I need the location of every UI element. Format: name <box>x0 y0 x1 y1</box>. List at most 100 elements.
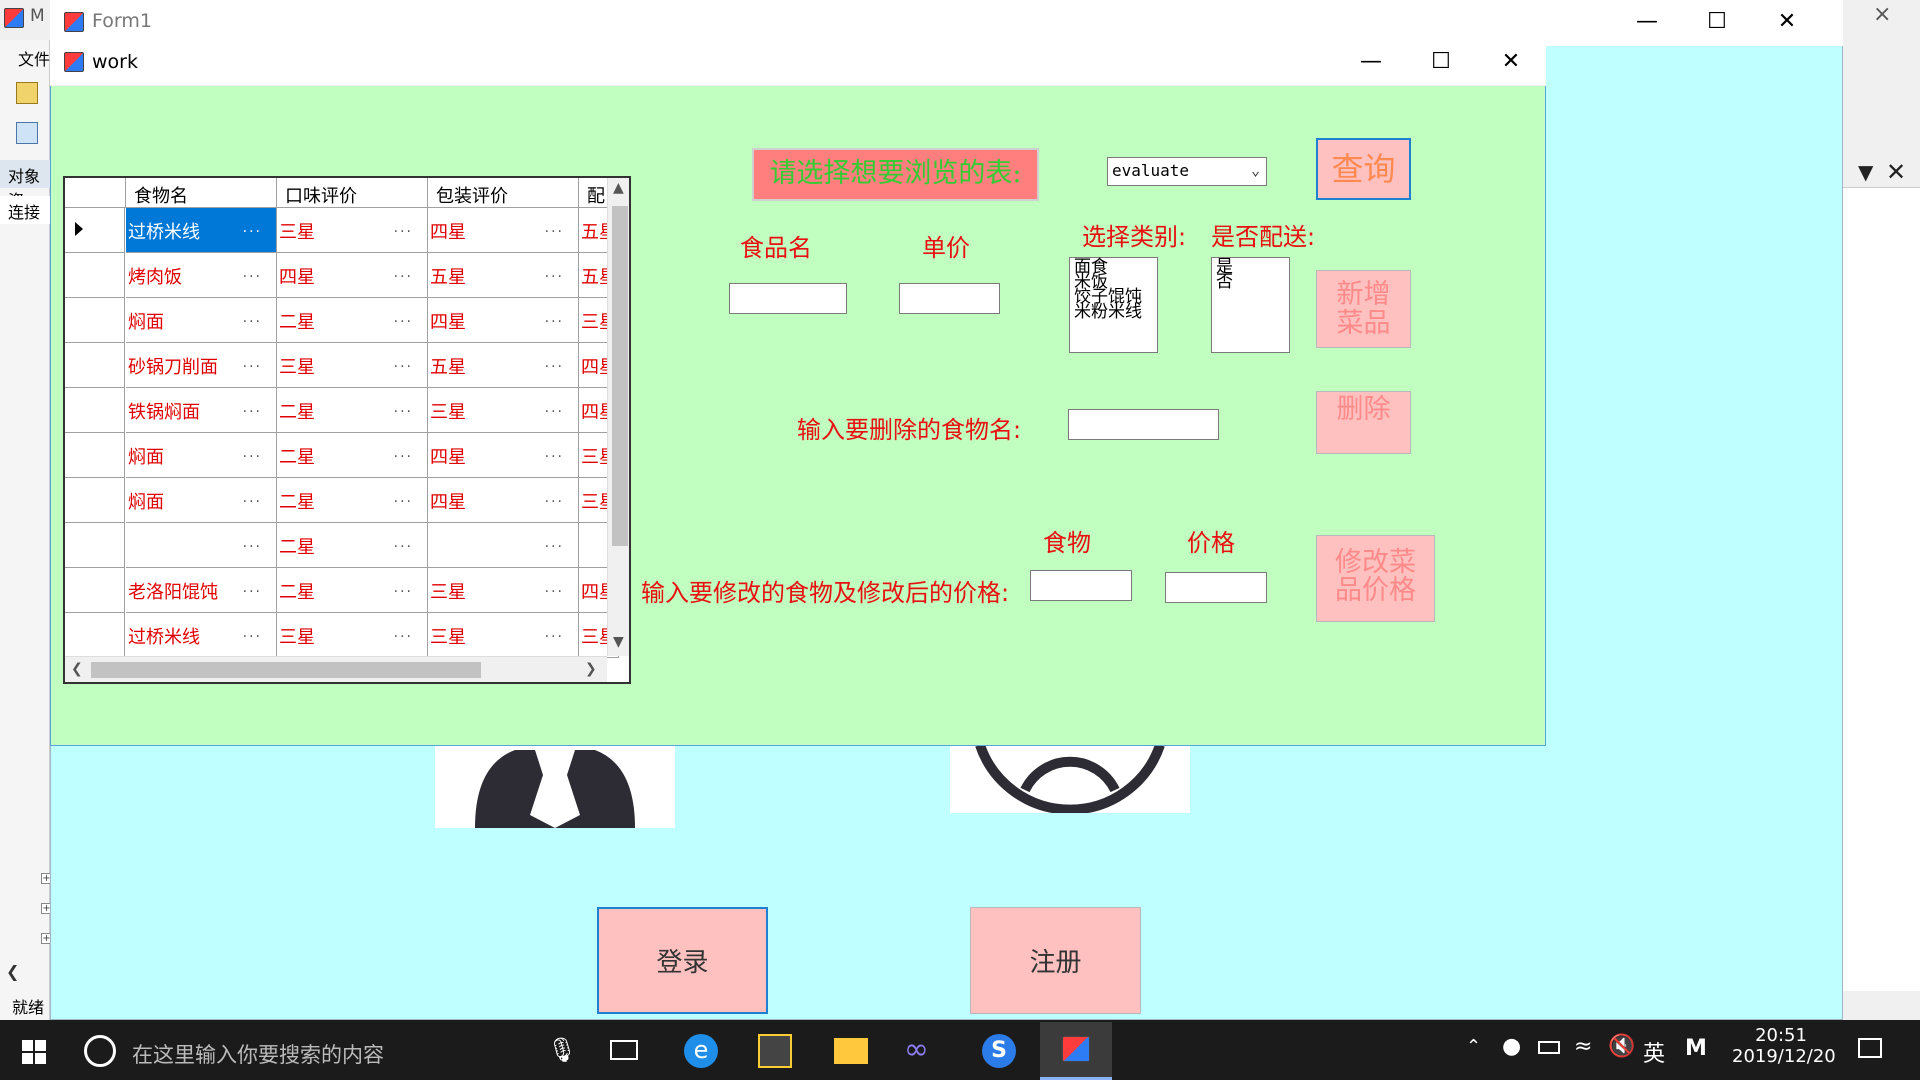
login-button[interactable]: 登录 <box>597 907 768 1014</box>
price-input[interactable] <box>899 283 1000 314</box>
cell-package[interactable]: 五星... <box>428 343 579 388</box>
cell-package[interactable]: 三星... <box>428 613 579 658</box>
table-row[interactable]: 过桥米线... 三星... 三星... 三星 <box>65 613 619 658</box>
work-maximize-icon[interactable]: ☐ <box>1418 42 1464 82</box>
delivery-option[interactable]: 否 <box>1216 274 1285 291</box>
row-header[interactable] <box>65 208 125 253</box>
scroll-right-icon[interactable]: ❯ <box>585 661 597 677</box>
taskbar-search-input[interactable]: 在这里输入你要搜索的内容 <box>132 1039 384 1069</box>
scroll-left-icon[interactable]: ❮ <box>6 962 19 981</box>
cell-food-name[interactable]: 烤肉饭... <box>126 253 277 298</box>
modify-food-input[interactable] <box>1030 570 1132 601</box>
cell-taste[interactable]: 二星... <box>277 298 428 343</box>
cell-taste[interactable]: 二星... <box>277 568 428 613</box>
cell-ellipsis[interactable]: ... <box>394 220 413 236</box>
cell-taste[interactable]: 三星... <box>277 208 428 253</box>
taskbar-active-app[interactable] <box>1040 1022 1112 1080</box>
grid-horizontal-scrollbar[interactable]: ❮ ❯ <box>65 656 607 682</box>
table-row[interactable]: 焖面... 二星... 四星... 三星 <box>65 433 619 478</box>
cell-package[interactable]: 三星... <box>428 568 579 613</box>
qq-tray-icon[interactable]: ● <box>1502 1034 1521 1059</box>
row-header[interactable] <box>65 523 125 568</box>
cell-ellipsis[interactable]: ... <box>545 400 564 416</box>
cell-ellipsis[interactable]: ... <box>394 445 413 461</box>
table-row[interactable]: 老洛阳馄饨... 二星... 三星... 四星 <box>65 568 619 613</box>
battery-icon[interactable] <box>1538 1041 1560 1054</box>
cell-ellipsis[interactable]: ... <box>545 265 564 281</box>
cortana-icon[interactable] <box>84 1035 116 1067</box>
category-listbox[interactable]: 面食 米饭 饺子馄饨 米粉米线 <box>1069 257 1158 353</box>
row-header[interactable] <box>65 568 125 613</box>
edge-browser-icon[interactable]: e <box>684 1034 718 1068</box>
cell-ellipsis[interactable]: ... <box>243 265 262 281</box>
ime-mode-icon[interactable]: M <box>1685 1036 1707 1061</box>
row-header[interactable] <box>65 253 125 298</box>
table-row[interactable]: 烤肉饭... 四星... 五星... 五星 <box>65 253 619 298</box>
delete-food-input[interactable] <box>1068 409 1219 440</box>
cell-ellipsis[interactable]: ... <box>545 580 564 596</box>
form1-minimize-icon[interactable]: — <box>1624 2 1670 42</box>
notification-icon[interactable] <box>1858 1038 1882 1058</box>
cell-ellipsis[interactable]: ... <box>243 220 262 236</box>
cell-package[interactable]: 四星... <box>428 478 579 523</box>
table-row[interactable]: 焖面... 二星... 四星... 三星 <box>65 298 619 343</box>
taskbar-clock[interactable]: 20:51 2019/12/20 <box>1732 1025 1836 1067</box>
cell-food-name[interactable]: 焖面... <box>126 433 277 478</box>
cell-food-name[interactable]: 过桥米线... <box>126 613 277 658</box>
table-row[interactable]: ... 二星...... <box>65 523 619 568</box>
row-header[interactable] <box>65 613 125 658</box>
scroll-up-icon[interactable]: ▲ <box>613 180 624 196</box>
cell-ellipsis[interactable]: ... <box>243 400 262 416</box>
cell-ellipsis[interactable]: ... <box>243 580 262 596</box>
cell-ellipsis[interactable]: ... <box>394 490 413 506</box>
food-data-grid[interactable]: 食物名 口味评价 包装评价 配 过桥米线... 三星... 四星... 五星 烤肉饭..… <box>63 176 631 684</box>
cell-ellipsis[interactable]: ... <box>243 355 262 371</box>
table-select[interactable]: evaluate ⌄ <box>1107 157 1267 186</box>
work-minimize-icon[interactable]: — <box>1348 42 1394 82</box>
file-explorer-icon[interactable] <box>834 1038 868 1064</box>
form1-close-icon[interactable]: ✕ <box>1764 2 1810 42</box>
cell-ellipsis[interactable]: ... <box>243 490 262 506</box>
table-row[interactable]: 焖面... 二星... 四星... 三星 <box>65 478 619 523</box>
new-query-icon[interactable] <box>16 82 38 104</box>
tray-expand-icon[interactable]: ⌃ <box>1466 1036 1481 1057</box>
cell-ellipsis[interactable]: ... <box>545 445 564 461</box>
ide-menu-file[interactable]: 文件 <box>18 46 50 70</box>
cell-ellipsis[interactable]: ... <box>545 535 564 551</box>
ide-close-icon[interactable]: × <box>1873 2 1891 27</box>
cell-ellipsis[interactable]: ... <box>545 310 564 326</box>
cell-taste[interactable]: 四星... <box>277 253 428 298</box>
cell-ellipsis[interactable]: ... <box>545 220 564 236</box>
table-row[interactable]: 过桥米线... 三星... 四星... 五星 <box>65 208 619 253</box>
cell-taste[interactable]: 二星... <box>277 433 428 478</box>
cell-ellipsis[interactable]: ... <box>394 625 413 641</box>
modify-price-input[interactable] <box>1165 572 1267 603</box>
cell-taste[interactable]: 三星... <box>277 613 428 658</box>
ide-tab-object-explorer[interactable]: 对象资 <box>0 160 50 210</box>
cell-package[interactable]: 四星... <box>428 433 579 478</box>
cell-ellipsis[interactable]: ... <box>545 625 564 641</box>
sogou-input-icon[interactable]: S <box>982 1034 1016 1068</box>
panel-pin-icon[interactable]: ▼ <box>1858 160 1873 184</box>
cell-food-name[interactable]: 老洛阳馄饨... <box>126 568 277 613</box>
wifi-icon[interactable]: ≈ <box>1574 1034 1592 1059</box>
row-header[interactable] <box>65 388 125 433</box>
cell-ellipsis[interactable]: ... <box>243 535 262 551</box>
cell-taste[interactable]: 二星... <box>277 478 428 523</box>
grid-vertical-scrollbar[interactable]: ▲ ▼ <box>607 178 629 656</box>
task-view-icon[interactable] <box>610 1040 638 1060</box>
cell-ellipsis[interactable]: ... <box>394 535 413 551</box>
table-row[interactable]: 砂锅刀削面... 三星... 五星... 四星 <box>65 343 619 388</box>
add-dish-button[interactable]: 新增 菜品 <box>1316 270 1411 348</box>
cell-ellipsis[interactable]: ... <box>394 265 413 281</box>
row-header[interactable] <box>65 433 125 478</box>
column-header-taste[interactable]: 口味评价 <box>277 178 428 208</box>
modify-price-button[interactable]: 修改菜 品价格 <box>1316 535 1435 622</box>
row-header[interactable] <box>65 343 125 388</box>
toolbar-window-icon[interactable] <box>16 122 38 144</box>
table-row[interactable]: 铁锅焖面... 二星... 三星... 四星 <box>65 388 619 433</box>
cell-food-name[interactable]: 焖面... <box>126 478 277 523</box>
query-button[interactable]: 查询 <box>1316 138 1411 200</box>
vertical-scroll-thumb[interactable] <box>612 206 628 546</box>
cell-package[interactable]: 三星... <box>428 388 579 433</box>
